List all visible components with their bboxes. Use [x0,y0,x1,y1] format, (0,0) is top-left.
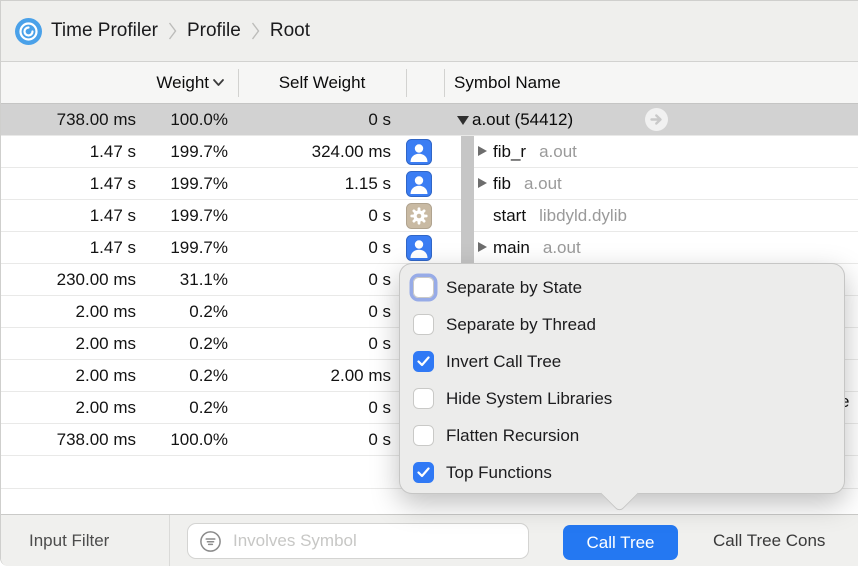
weight-value: 1.47 s [1,136,136,167]
filter-bar: Input Filter Call Tree Call Tree Cons [1,514,858,566]
person-icon [406,235,432,261]
checkbox[interactable] [413,277,434,298]
self-weight-value: 0 s [241,200,391,231]
column-header-weight[interactable]: Weight [1,62,225,103]
self-weight-value: 1.15 s [241,168,391,199]
weight-percent: 31.1% [141,264,228,295]
module-name: a.out [539,142,577,161]
table-row[interactable]: 1.47 s 199.7% 1.15 s fib a.out [1,168,858,200]
weight-value: 738.00 ms [1,424,136,455]
person-icon [406,171,432,197]
checkbox[interactable] [413,351,434,372]
self-weight-value: 0 s [241,328,391,359]
focus-arrow-icon[interactable] [645,108,668,131]
module-name: a.out [524,174,562,193]
self-weight-value: 2.00 ms [241,360,391,391]
chevron-right-icon [168,19,177,43]
symbol-name: a.out (54412) [472,104,573,135]
checkbox[interactable] [413,314,434,335]
option-flatten-recursion[interactable]: Flatten Recursion [413,417,836,454]
breadcrumb-item-instrument[interactable]: Time Profiler [51,20,158,42]
weight-percent: 199.7% [141,168,228,199]
weight-percent: 199.7% [141,232,228,263]
symbol-name: fib_r [493,142,526,161]
breadcrumb-item-profile[interactable]: Profile [187,20,241,42]
column-header-self-weight[interactable]: Self Weight [238,62,406,103]
table-row[interactable]: 738.00 ms 100.0% 0 s a.out (54412) [1,104,858,136]
checkbox-label: Hide System Libraries [446,389,612,409]
weight-value: 1.47 s [1,200,136,231]
checkbox[interactable] [413,388,434,409]
checkbox-label: Flatten Recursion [446,426,579,446]
symbol-name: fib [493,174,511,193]
call-tree-constraints-button[interactable]: Call Tree Cons [713,515,825,566]
weight-percent: 0.2% [141,296,228,327]
column-divider [406,69,407,97]
checkbox-label: Separate by Thread [446,315,596,335]
option-separate-by-thread[interactable]: Separate by Thread [413,306,836,343]
breadcrumb: Time Profiler Profile Root [1,1,858,62]
symbol-name: main [493,238,530,257]
weight-value: 230.00 ms [1,264,136,295]
weight-value: 2.00 ms [1,296,136,327]
chevron-down-icon [212,78,225,87]
disclosure-triangle-collapsed[interactable] [478,146,487,156]
option-top-functions[interactable]: Top Functions [413,454,836,491]
column-header-symbol-name[interactable]: Symbol Name [454,62,561,103]
person-icon [406,139,432,165]
self-weight-value: 324.00 ms [241,136,391,167]
breadcrumb-item-root[interactable]: Root [270,20,310,42]
table-row[interactable]: 1.47 s 199.7% 0 s main a.out [1,232,858,264]
weight-percent: 100.0% [141,424,228,455]
instruments-window: Time Profiler Profile Root Weight Self W… [0,0,858,566]
weight-percent: 0.2% [141,328,228,359]
symbol-name: start [493,206,526,225]
option-invert-call-tree[interactable]: Invert Call Tree [413,343,836,380]
disclosure-triangle-collapsed[interactable] [478,178,487,188]
table-header: Weight Self Weight Symbol Name [1,62,858,104]
weight-percent: 199.7% [141,136,228,167]
self-weight-value: 0 s [241,392,391,423]
gear-icon [406,203,432,229]
self-weight-value: 0 s [241,424,391,455]
checkbox-label: Invert Call Tree [446,352,561,372]
weight-percent: 0.2% [141,392,228,423]
option-separate-by-state[interactable]: Separate by State [413,269,836,306]
option-hide-system-libraries[interactable]: Hide System Libraries [413,380,836,417]
weight-percent: 0.2% [141,360,228,391]
module-name: libdyld.dylib [539,206,627,225]
self-weight-value: 0 s [241,104,391,135]
self-weight-value: 0 s [241,296,391,327]
column-header-weight-label: Weight [156,73,209,93]
call-tree-button[interactable]: Call Tree [563,525,678,560]
checkbox-label: Separate by State [446,278,582,298]
self-weight-value: 0 s [241,232,391,263]
weight-percent: 199.7% [141,200,228,231]
symbol-search-field[interactable] [187,523,529,559]
weight-value: 1.47 s [1,168,136,199]
weight-value: 1.47 s [1,232,136,263]
disclosure-triangle-expanded[interactable] [457,116,469,125]
divider [169,515,170,566]
time-profiler-icon [15,18,42,45]
weight-value: 738.00 ms [1,104,136,135]
table-row[interactable]: 1.47 s 199.7% 0 s start libdyld.dylib [1,200,858,232]
search-input[interactable] [231,530,485,552]
checkbox-label: Top Functions [446,463,552,483]
checkbox[interactable] [413,425,434,446]
chevron-right-icon [251,19,260,43]
weight-value: 2.00 ms [1,328,136,359]
input-filter-label: Input Filter [29,515,109,566]
column-divider [444,69,445,97]
disclosure-triangle-collapsed[interactable] [478,242,487,252]
weight-value: 2.00 ms [1,360,136,391]
filter-icon[interactable] [199,530,222,553]
self-weight-value: 0 s [241,264,391,295]
checkbox[interactable] [413,462,434,483]
weight-value: 2.00 ms [1,392,136,423]
call-tree-options-popover: Separate by State Separate by Thread Inv… [399,263,845,494]
weight-percent: 100.0% [141,104,228,135]
module-name: a.out [543,238,581,257]
table-row[interactable]: 1.47 s 199.7% 324.00 ms fib_r a.out [1,136,858,168]
